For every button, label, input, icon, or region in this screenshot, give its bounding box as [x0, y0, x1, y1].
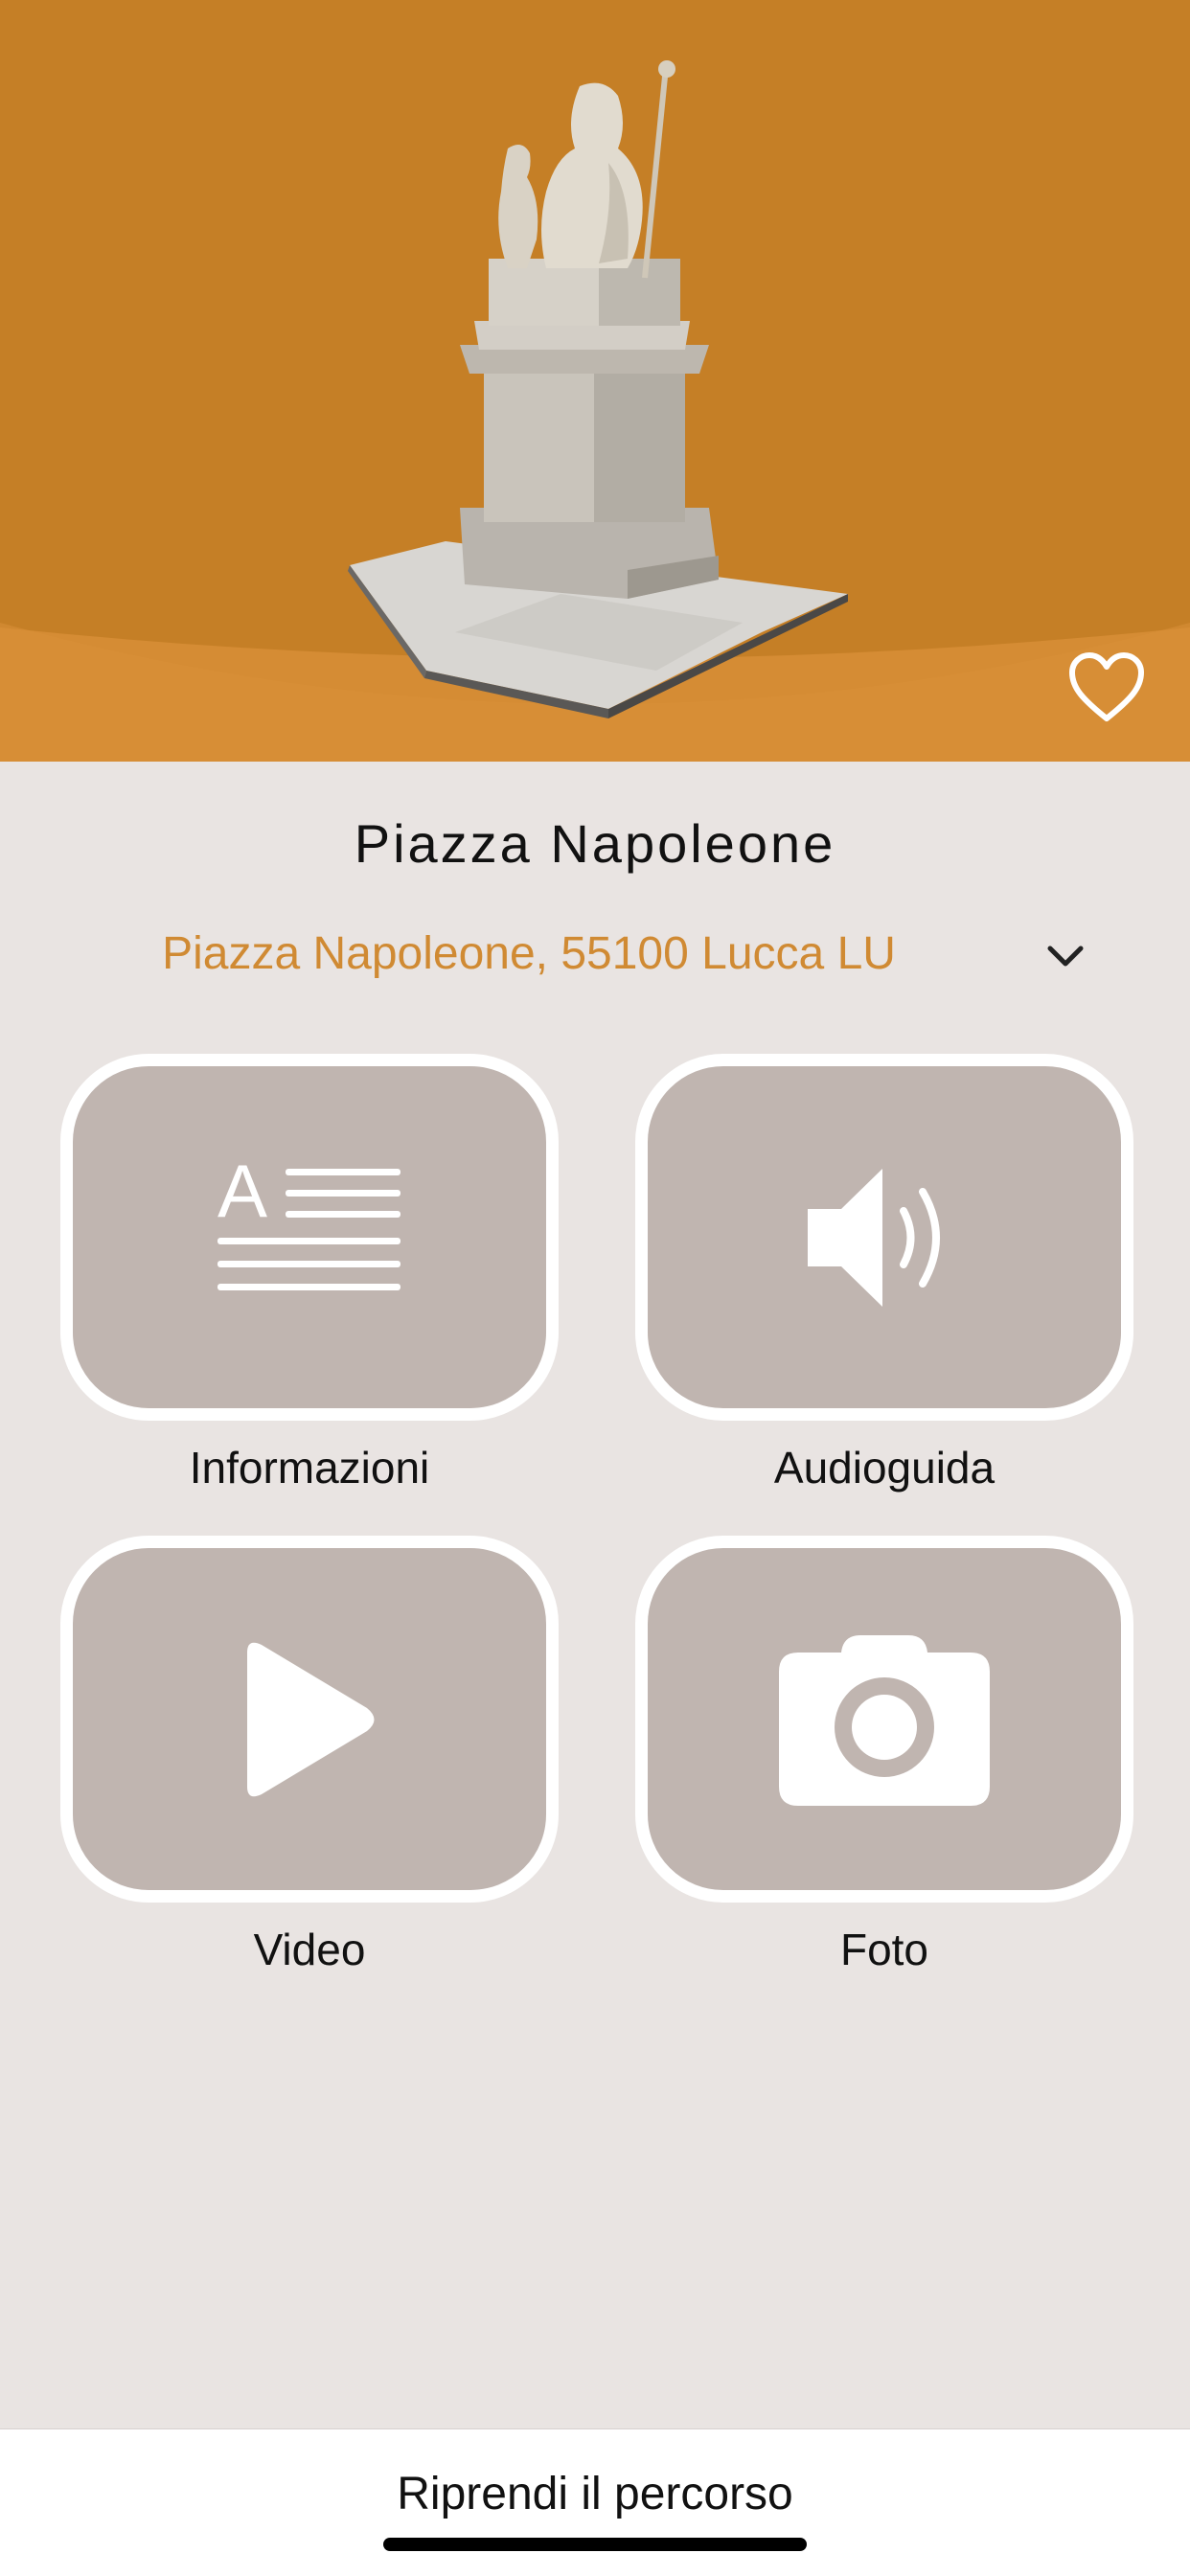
- video-button[interactable]: [60, 1536, 559, 1903]
- audioguida-label: Audioguida: [773, 1443, 995, 1493]
- hero-banner: [0, 0, 1190, 762]
- statue-image: [348, 60, 848, 718]
- speaker-icon: [808, 1168, 940, 1307]
- home-indicator[interactable]: [383, 2538, 807, 2551]
- chevron-down-icon[interactable]: [1044, 935, 1087, 977]
- play-icon: [247, 1642, 375, 1796]
- foto-label: Foto: [839, 1925, 929, 1974]
- audioguida-button[interactable]: [635, 1054, 1133, 1421]
- camera-icon: [779, 1634, 990, 1806]
- place-title: Piazza Napoleone: [354, 813, 836, 874]
- footer-bar: Riprendi il percorso: [0, 2428, 1190, 2576]
- resume-route-button[interactable]: Riprendi il percorso: [0, 2468, 1190, 2520]
- informazioni-label: Informazioni: [189, 1443, 430, 1493]
- video-label: Video: [253, 1925, 366, 1974]
- foto-button[interactable]: [635, 1536, 1133, 1903]
- svg-text:A: A: [217, 1161, 267, 1233]
- address-row[interactable]: Piazza Napoleone, 55100 Lucca LU: [0, 920, 1190, 996]
- text-document-icon: A: [217, 1161, 400, 1290]
- heart-outline-icon[interactable]: [1068, 651, 1145, 724]
- place-address: Piazza Napoleone, 55100 Lucca LU: [162, 928, 896, 979]
- informazioni-button[interactable]: A: [60, 1054, 559, 1421]
